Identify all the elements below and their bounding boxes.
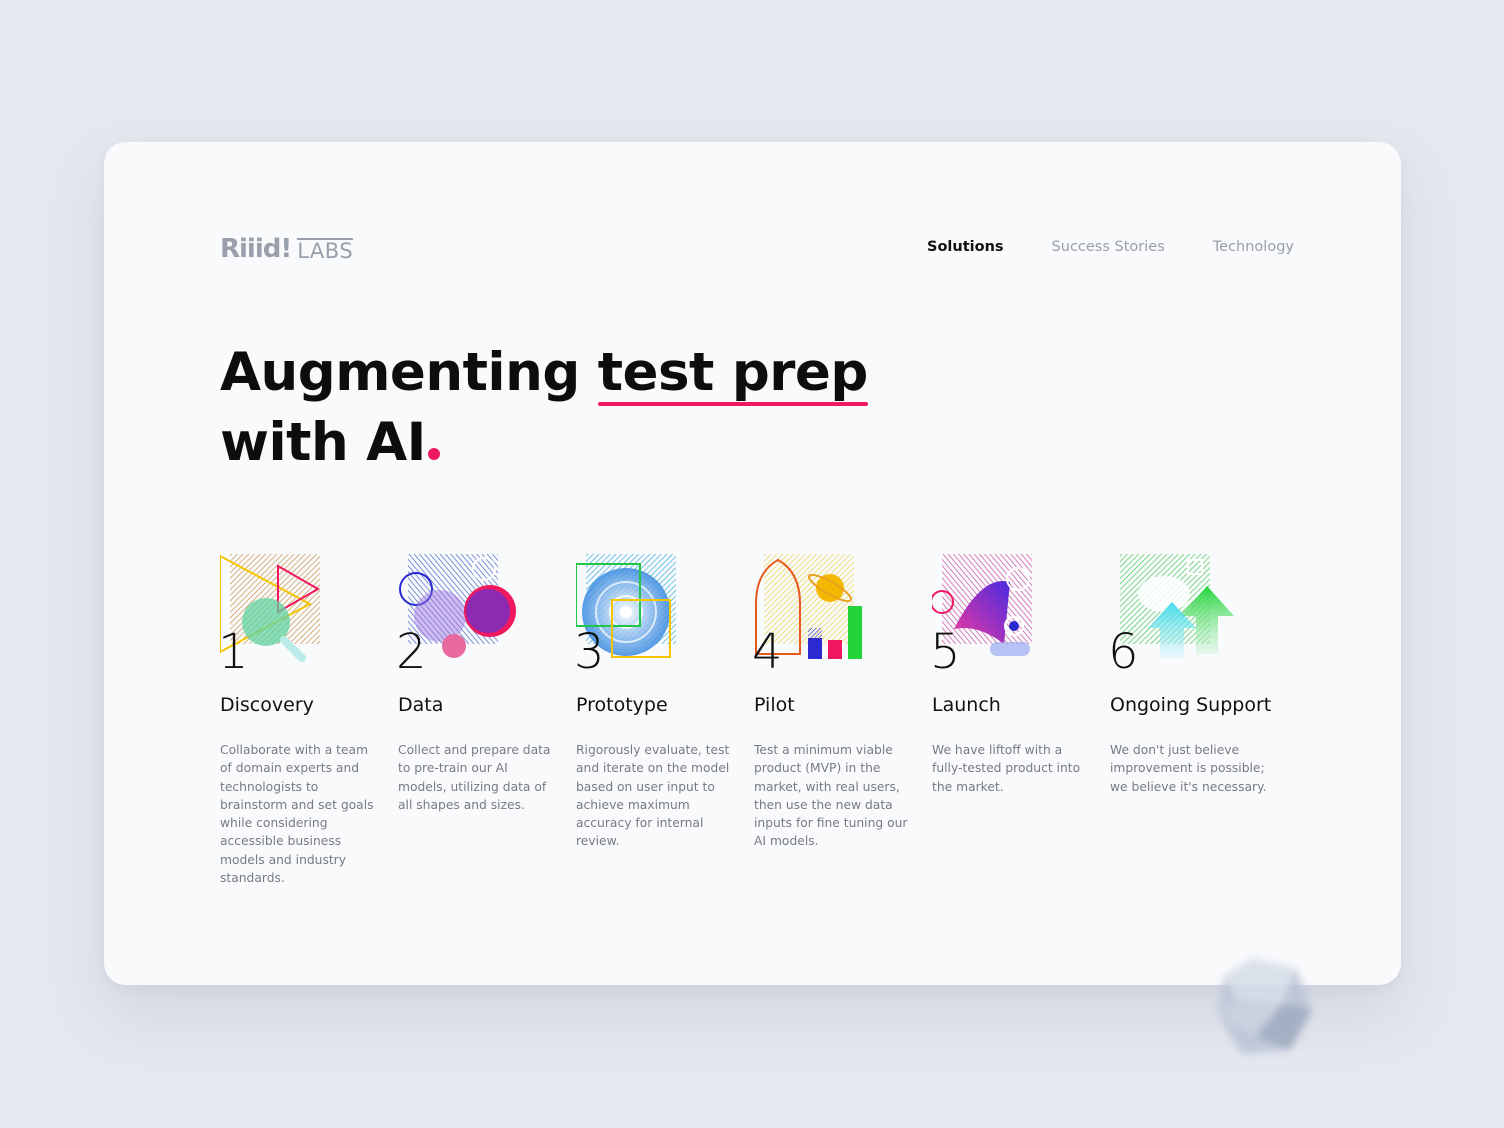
step-number: 6	[1108, 624, 1139, 680]
step-title: Data	[398, 694, 444, 716]
step-title: Discovery	[220, 694, 314, 716]
step-title: Ongoing Support	[1110, 694, 1272, 716]
step-number: 4	[752, 624, 783, 680]
step-data: 2 Data Collect and prepare data to pre-t…	[396, 554, 576, 887]
nav-technology[interactable]: Technology	[1213, 239, 1294, 255]
step-number: 1	[218, 624, 249, 680]
content-card: Riiid! LABS Solutions Success Stories Te…	[104, 142, 1401, 985]
step-description: We have liftoff with a fully-tested prod…	[932, 743, 1081, 794]
step-description: Collect and prepare data to pre-train ou…	[398, 743, 551, 812]
step-ongoing-support: 6 Ongoing Support We don't just believe …	[1108, 554, 1288, 887]
step-launch: 5 Launch We have liftoff with a fully-te…	[930, 554, 1110, 887]
headline-highlight: test prep	[597, 338, 868, 408]
step-pilot: 4 Pilot Test a minimum viable product (M…	[752, 554, 932, 887]
prototype-illustration-icon: 3	[574, 554, 726, 680]
support-illustration-icon: 6	[1108, 554, 1260, 680]
step-title: Launch	[932, 694, 1001, 716]
logo-riiid-text: Riiid!	[220, 234, 292, 264]
main-nav: Solutions Success Stories Technology	[927, 239, 1294, 255]
step-title: Prototype	[576, 694, 668, 716]
step-title: Pilot	[754, 694, 795, 716]
process-steps: 1 Discovery Collaborate with a team of d…	[218, 554, 1288, 887]
pilot-illustration-icon: 4	[752, 554, 904, 680]
step-number: 5	[930, 624, 961, 680]
decorative-gem-icon	[1218, 958, 1312, 1054]
step-description: Rigorously evaluate, test and iterate on…	[576, 743, 730, 849]
step-number: 2	[396, 624, 427, 680]
nav-success-stories[interactable]: Success Stories	[1052, 239, 1165, 255]
step-number: 3	[574, 624, 605, 680]
headline-line2: with AI	[220, 412, 426, 473]
discovery-illustration-icon: 1	[218, 554, 370, 680]
step-description: Test a minimum viable product (MVP) in t…	[754, 743, 908, 849]
riiid-labs-logo[interactable]: Riiid! LABS	[220, 234, 354, 264]
page-headline: Augmenting test prep with AI	[220, 338, 868, 478]
launch-illustration-icon: 5	[930, 554, 1082, 680]
step-prototype: 3 Prototype Rigorously evaluate, test an…	[574, 554, 754, 887]
step-description: Collaborate with a team of domain expert…	[220, 743, 374, 886]
step-discovery: 1 Discovery Collaborate with a team of d…	[218, 554, 398, 887]
step-description: We don't just believe improvement is pos…	[1110, 743, 1267, 794]
logo-labs-text: LABS	[297, 237, 354, 263]
headline-start: Augmenting	[220, 342, 598, 403]
nav-solutions[interactable]: Solutions	[927, 239, 1004, 255]
data-illustration-icon: 2	[396, 554, 548, 680]
accent-dot	[427, 448, 440, 460]
